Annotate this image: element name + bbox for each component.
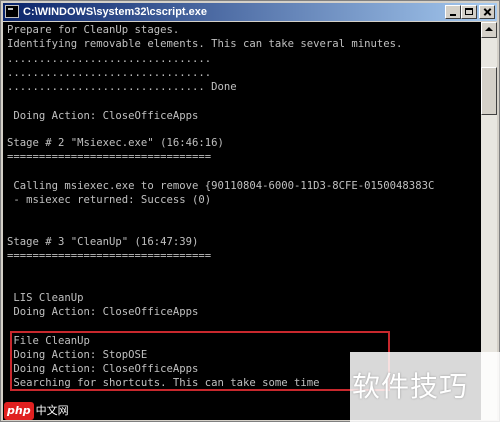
scroll-thumb[interactable] [481,67,497,115]
console-line: Prepare for CleanUp stages. [7,24,180,36]
watermark-text: 软件技巧 [352,370,469,403]
console-line: Calling msiexec.exe to remove {90110804-… [7,180,435,192]
close-button[interactable] [479,5,495,19]
console-line: Searching for shortcuts. This can take s… [7,377,320,389]
maximize-button[interactable] [461,5,477,19]
logo-badge: php [4,402,34,420]
console-line: ............................... Done [7,81,237,93]
console-line: - msiexec returned: Success (0) [7,194,212,206]
console-line: ================================ [7,250,212,262]
scroll-up-button[interactable] [481,22,497,38]
console-line: Doing Action: StopOSE [7,349,148,361]
console-window-icon[interactable] [5,5,19,18]
console-line: Doing Action: CloseOfficeApps [7,363,199,375]
console-line: ................................ [7,67,212,79]
site-logo: php 中文网 [4,402,70,420]
console-line: ................................ [7,53,212,65]
console-line: Doing Action: CloseOfficeApps [7,110,199,122]
console-line: Stage # 2 "Msiexec.exe" (16:46:16) [7,137,224,149]
console-line: ================================ [7,151,212,163]
minimize-button[interactable] [445,5,461,19]
logo-text: 中文网 [35,404,69,417]
console-line: File CleanUp [7,335,90,347]
console-line: Doing Action: CloseOfficeApps [7,306,199,318]
console-line: Stage # 3 "CleanUp" (16:47:39) [7,236,199,248]
console-line: LIS CleanUp [7,292,84,304]
window-title: C:\WINDOWS\system32\cscript.exe [23,6,208,18]
title-bar[interactable]: C:\WINDOWS\system32\cscript.exe [3,3,497,21]
console-line: Identifying removable elements. This can… [7,38,403,50]
